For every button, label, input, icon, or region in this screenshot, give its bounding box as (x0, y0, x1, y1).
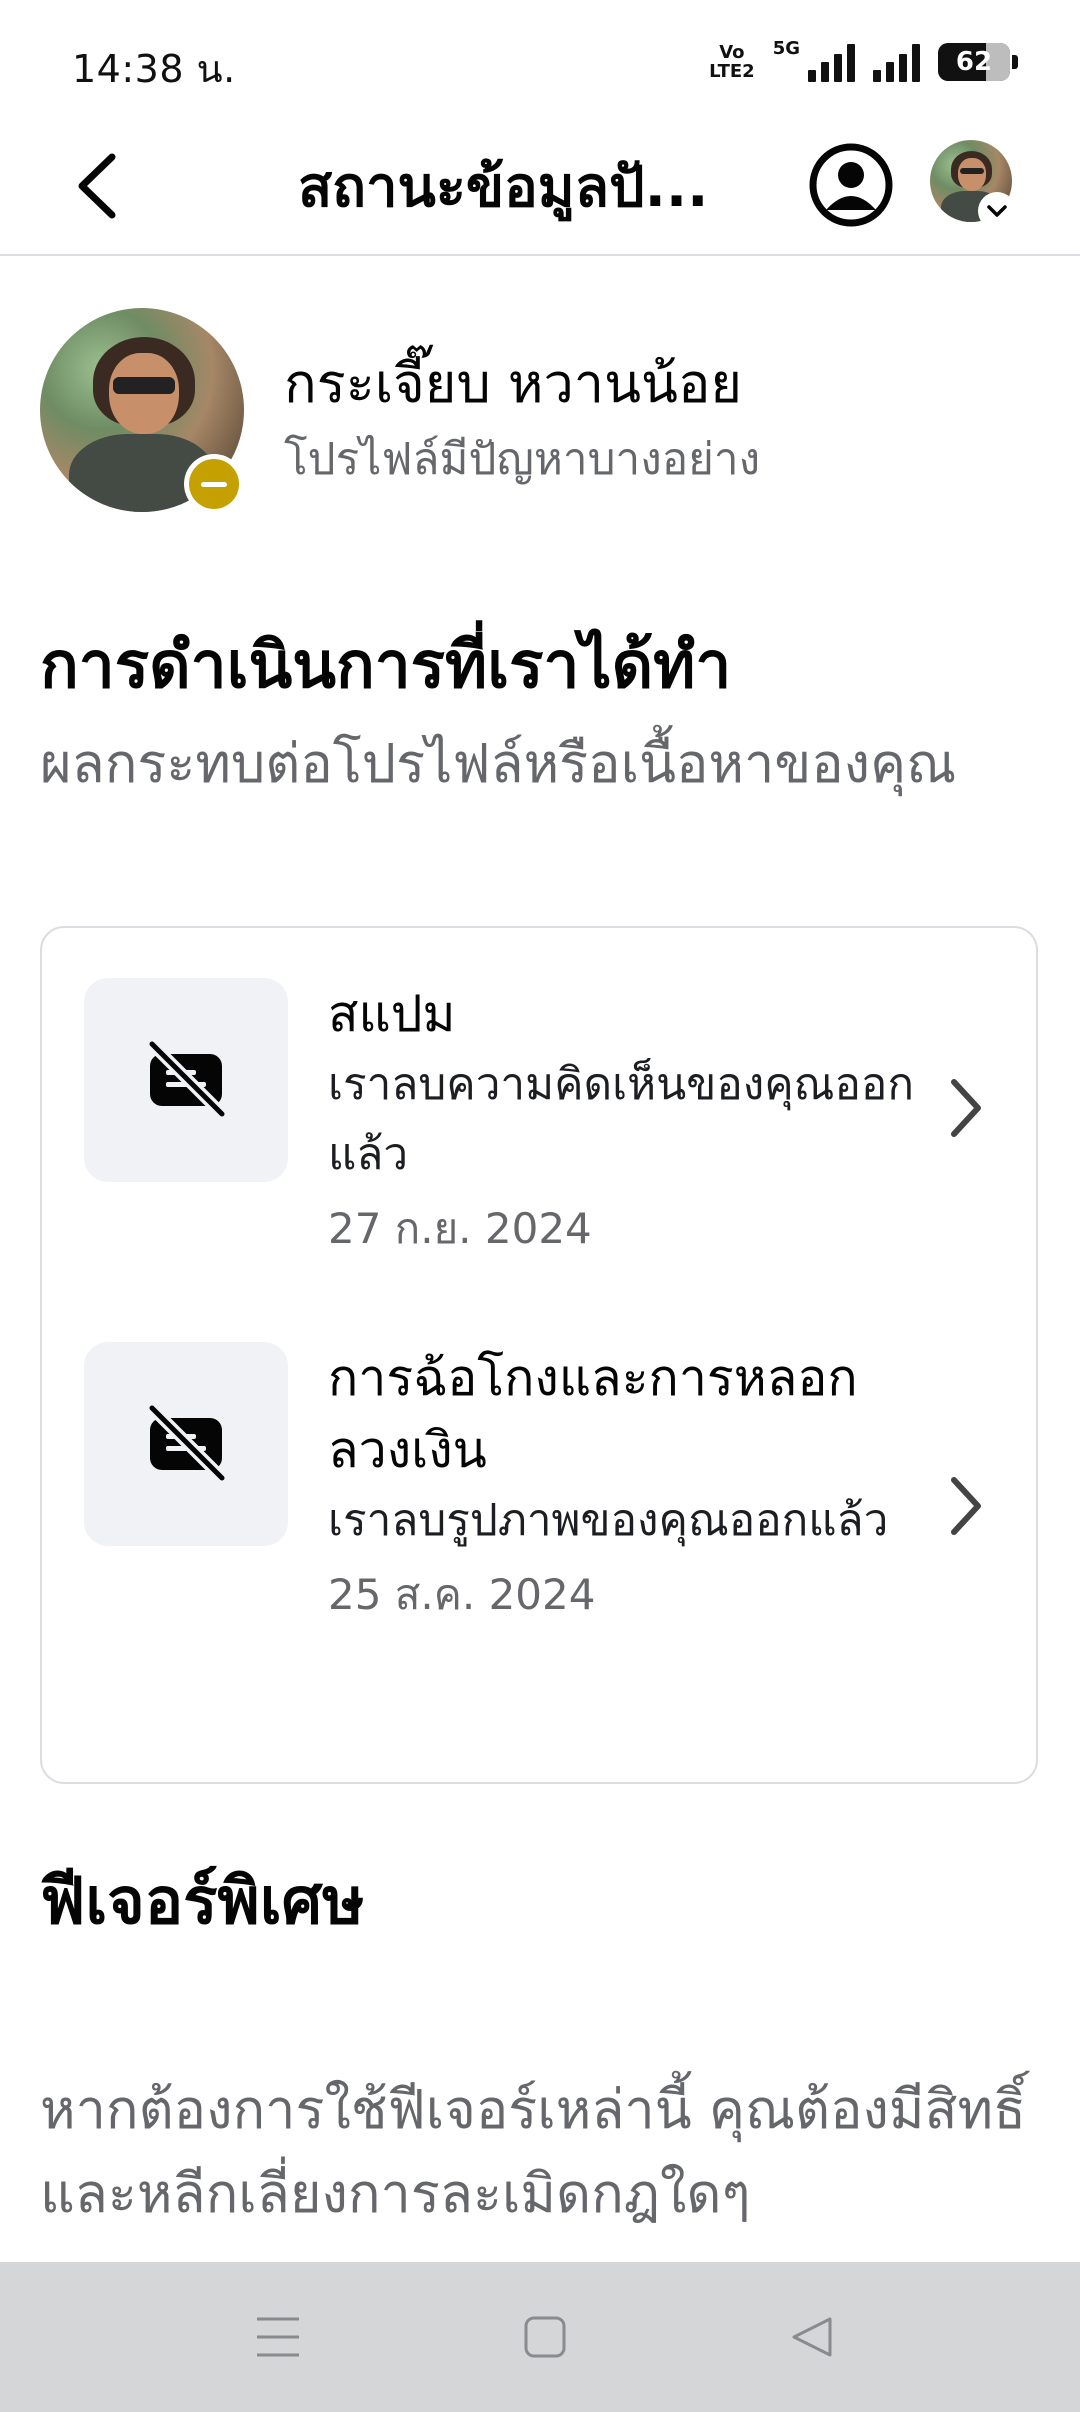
back-button[interactable] (56, 146, 136, 226)
account-button[interactable] (806, 140, 896, 230)
actions-section-subtitle: ผลกระทบต่อโปรไฟล์หรือเนื้อหาของคุณ (40, 732, 957, 795)
status-warning-icon (184, 454, 244, 514)
signal-icon-2 (873, 42, 920, 82)
action-date: 27 ก.ย. 2024 (328, 1204, 592, 1253)
header-bar: สถานะข้อมูลปั... (0, 128, 1080, 256)
network-type: 5G (772, 38, 800, 59)
square-icon (524, 2316, 566, 2358)
profile-status: โปรไฟล์มีปัญหาบางอย่าง (284, 434, 761, 485)
battery-icon: 62 (938, 43, 1018, 81)
actions-section-title: การดำเนินการที่เราได้ทำ (40, 629, 732, 703)
action-item-fraud[interactable]: การฉ้อโกงและการหลอกลวงเงิน เราลบรูปภาพขอ… (42, 1342, 1036, 1742)
features-section-title: ฟีเจอร์พิเศษ (40, 1865, 365, 1939)
action-title: การฉ้อโกงและการหลอกลวงเงิน (328, 1349, 858, 1479)
features-section-description: หากต้องการใช้ฟีเจอร์เหล่านี้ คุณต้องมีสิ… (40, 2078, 1027, 2225)
comment-removed-icon (146, 1402, 228, 1484)
action-description: เราลบรูปภาพของคุณออกแล้ว (328, 1495, 889, 1546)
home-button[interactable] (505, 2302, 585, 2372)
volte-indicator: Vo LTE2 (709, 43, 755, 81)
chevron-left-icon (78, 153, 116, 219)
signal-icon (808, 42, 855, 82)
chevron-right-icon (936, 1466, 996, 1546)
action-title: สแปม (328, 985, 456, 1043)
volte-line-1: Vo (719, 42, 745, 63)
triangle-back-icon (792, 2317, 832, 2357)
chevron-down-icon (978, 192, 1016, 230)
system-nav-bar (0, 2262, 1080, 2412)
comment-removed-icon (146, 1038, 228, 1120)
status-time: 14:38 น. (72, 47, 236, 91)
status-icons: Vo LTE2 5G 62 (709, 38, 1018, 86)
account-circle-icon (809, 143, 893, 227)
nav-back-button[interactable] (772, 2302, 852, 2372)
page-title: สถานะข้อมูลปั... (298, 155, 709, 220)
menu-icon (257, 2317, 299, 2357)
action-date: 25 ส.ค. 2024 (328, 1570, 596, 1619)
action-icon-box (84, 978, 288, 1182)
battery-level: 62 (955, 47, 993, 77)
action-description: เราลบความคิดเห็นของคุณออกแล้ว (328, 1059, 914, 1180)
action-item-spam[interactable]: สแปม เราลบความคิดเห็นของคุณออกแล้ว 27 ก.… (42, 978, 1036, 1298)
recents-button[interactable] (238, 2302, 318, 2372)
action-icon-box (84, 1342, 288, 1546)
volte-line-2: LTE2 (709, 61, 755, 82)
chevron-right-icon (936, 1068, 996, 1148)
actions-card: สแปม เราลบความคิดเห็นของคุณออกแล้ว 27 ก.… (40, 926, 1038, 1784)
profile-name: กระเจี๊ยบ หวานน้อย (284, 352, 743, 415)
